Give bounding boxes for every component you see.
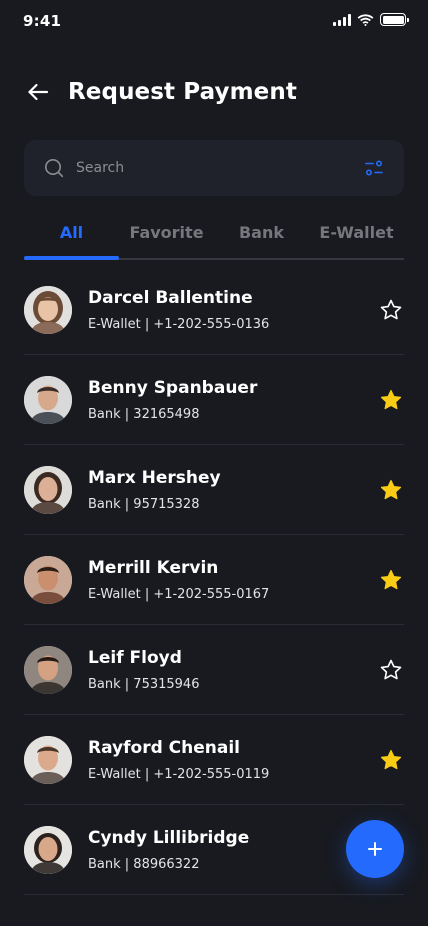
status-bar: 9:41 bbox=[0, 0, 428, 44]
contact-detail: E-Wallet | +1-202-555-0136 bbox=[88, 316, 270, 332]
contact-info: Marx Hershey Bank | 95715328 bbox=[88, 467, 378, 513]
contact-item[interactable]: Marx Hershey Bank | 95715328 bbox=[24, 445, 404, 535]
contact-name: Marx Hershey bbox=[88, 467, 221, 488]
avatar bbox=[24, 465, 72, 514]
avatar bbox=[24, 375, 72, 424]
avatar bbox=[24, 555, 72, 604]
tab-e-wallet[interactable]: E-Wallet bbox=[309, 212, 404, 260]
contact-name: Merrill Kervin bbox=[88, 557, 219, 578]
favorite-toggle[interactable] bbox=[378, 567, 404, 593]
contact-info: Benny Spanbauer Bank | 32165498 bbox=[88, 377, 378, 423]
star-outline-icon bbox=[379, 298, 403, 322]
contact-list: Darcel Ballentine E-Wallet | +1-202-555-… bbox=[24, 265, 404, 895]
favorite-toggle[interactable] bbox=[378, 297, 404, 323]
category-tabs: All Favorite Bank E-Wallet bbox=[24, 212, 404, 260]
tab-bank[interactable]: Bank bbox=[214, 212, 309, 260]
favorite-toggle[interactable] bbox=[378, 477, 404, 503]
status-time: 9:41 bbox=[23, 12, 62, 30]
status-icons bbox=[333, 13, 409, 26]
contact-info: Leif Floyd Bank | 75315946 bbox=[88, 647, 378, 693]
contact-detail: Bank | 32165498 bbox=[88, 406, 200, 422]
contact-info: Darcel Ballentine E-Wallet | +1-202-555-… bbox=[88, 287, 378, 333]
contact-item[interactable]: Benny Spanbauer Bank | 32165498 bbox=[24, 355, 404, 445]
avatar bbox=[24, 285, 72, 334]
contact-detail: E-Wallet | +1-202-555-0167 bbox=[88, 586, 270, 602]
avatar bbox=[24, 645, 72, 694]
add-contact-button[interactable] bbox=[346, 820, 404, 878]
contact-info: Merrill Kervin E-Wallet | +1-202-555-016… bbox=[88, 557, 378, 603]
battery-icon bbox=[380, 13, 409, 26]
tab-favorite[interactable]: Favorite bbox=[119, 212, 214, 260]
star-filled-icon bbox=[379, 568, 403, 592]
contact-detail: Bank | 75315946 bbox=[88, 676, 200, 692]
contact-item[interactable]: Leif Floyd Bank | 75315946 bbox=[24, 625, 404, 715]
search-icon bbox=[44, 158, 64, 178]
star-outline-icon bbox=[379, 658, 403, 682]
star-filled-icon bbox=[379, 478, 403, 502]
contact-name: Rayford Chenail bbox=[88, 737, 241, 758]
star-filled-icon bbox=[379, 748, 403, 772]
back-button[interactable] bbox=[24, 78, 52, 106]
avatar bbox=[24, 735, 72, 784]
cellular-signal-icon bbox=[333, 13, 351, 26]
wifi-icon bbox=[357, 13, 374, 26]
contact-detail: Bank | 95715328 bbox=[88, 496, 200, 512]
favorite-toggle[interactable] bbox=[378, 387, 404, 413]
arrow-left-icon bbox=[26, 80, 50, 104]
contact-detail: E-Wallet | +1-202-555-0119 bbox=[88, 766, 270, 782]
contact-item[interactable]: Rayford Chenail E-Wallet | +1-202-555-01… bbox=[24, 715, 404, 805]
page-title: Request Payment bbox=[68, 79, 297, 105]
contact-item[interactable]: Darcel Ballentine E-Wallet | +1-202-555-… bbox=[24, 265, 404, 355]
plus-icon bbox=[366, 840, 384, 858]
search-bar bbox=[24, 140, 404, 196]
filter-icon[interactable] bbox=[364, 158, 384, 178]
favorite-toggle[interactable] bbox=[378, 747, 404, 773]
contact-name: Darcel Ballentine bbox=[88, 287, 253, 308]
contact-name: Benny Spanbauer bbox=[88, 377, 258, 398]
contact-name: Leif Floyd bbox=[88, 647, 182, 668]
tab-all[interactable]: All bbox=[24, 212, 119, 260]
contact-info: Rayford Chenail E-Wallet | +1-202-555-01… bbox=[88, 737, 378, 783]
star-filled-icon bbox=[379, 388, 403, 412]
contact-item[interactable]: Merrill Kervin E-Wallet | +1-202-555-016… bbox=[24, 535, 404, 625]
header: Request Payment bbox=[24, 72, 297, 112]
search-input[interactable] bbox=[76, 160, 364, 176]
avatar bbox=[24, 825, 72, 874]
favorite-toggle[interactable] bbox=[378, 657, 404, 683]
